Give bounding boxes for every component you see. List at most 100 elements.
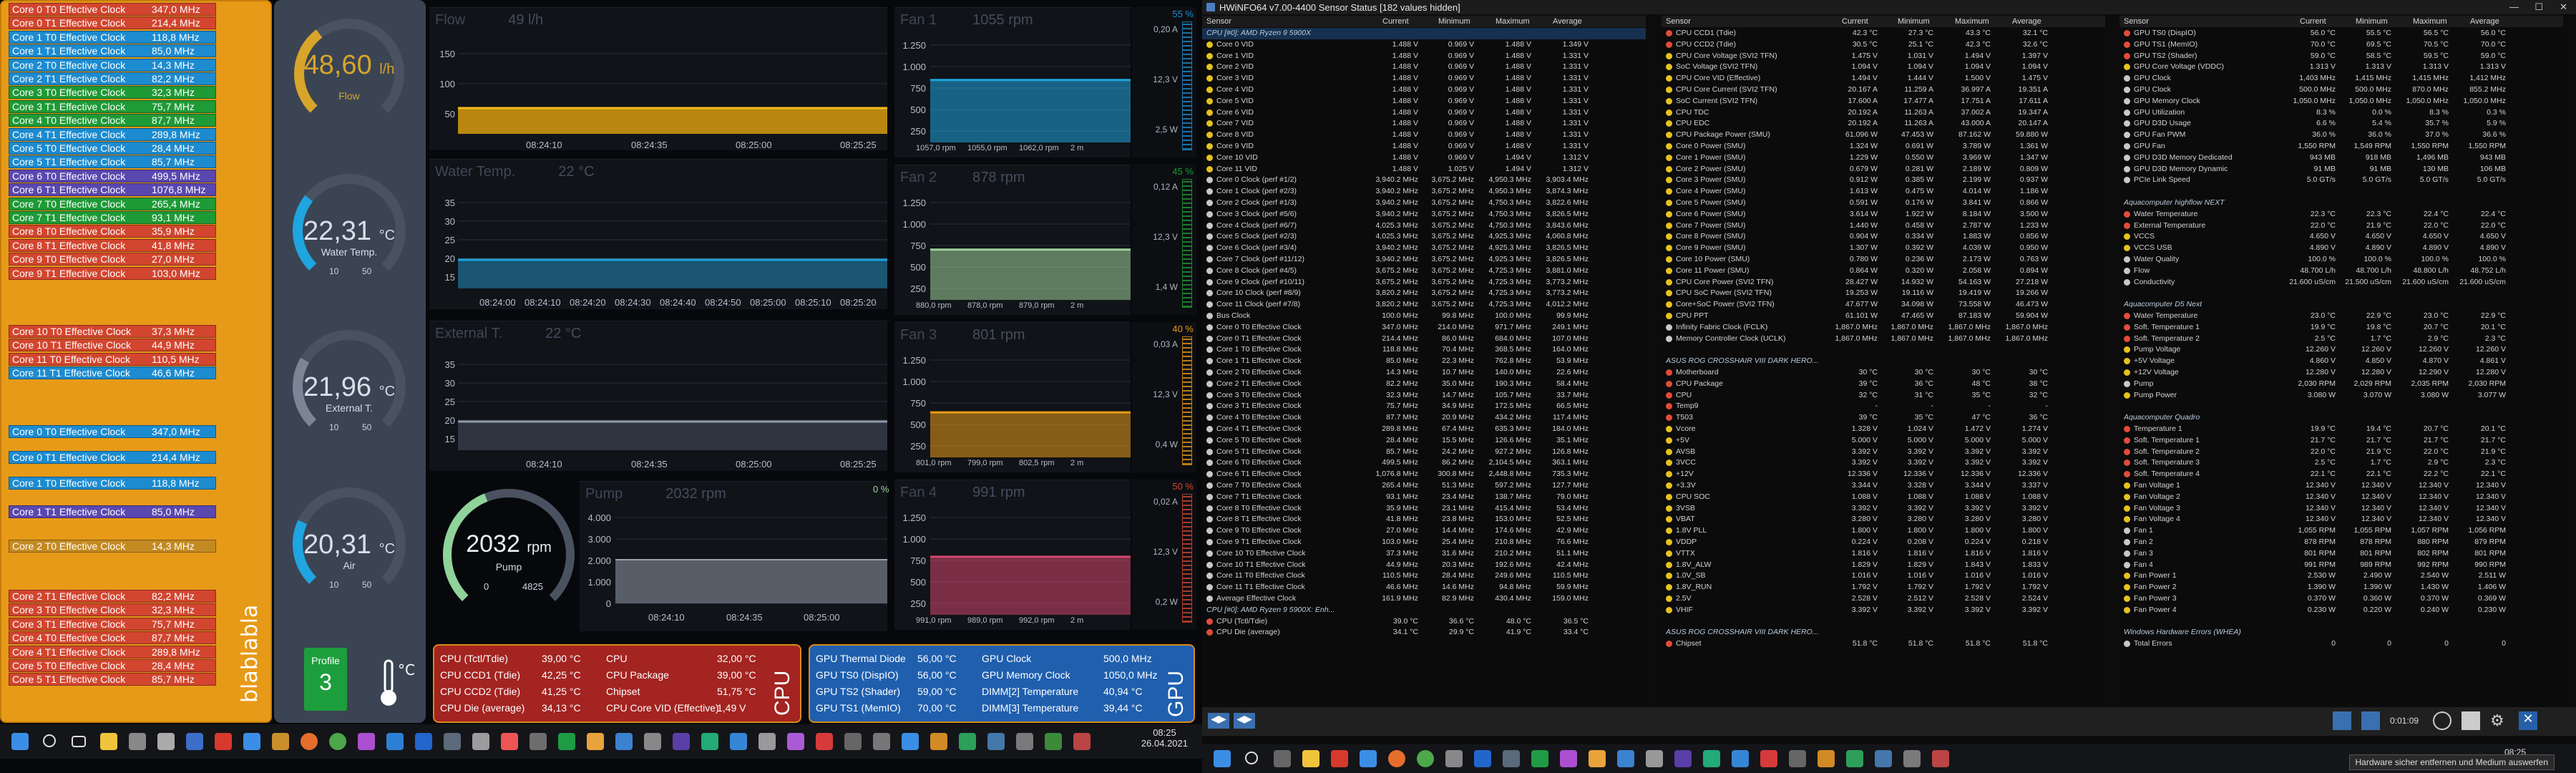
sensor-row[interactable]: Soft. Temperature 4 22.1 °C 22.1 °C 22.2 °C… — [2119, 469, 2563, 480]
report-icon[interactable] — [2361, 711, 2380, 730]
sensor-row[interactable]: Core 7 VID 1.488 V 0.969 V 1.488 V 1.331 V — [1202, 118, 1646, 130]
sensor-row[interactable]: VBAT 3.280 V 3.280 V 3.280 V 3.280 V — [1662, 514, 2105, 525]
sensor-row[interactable]: Average Effective Clock 161.9 MHz 82.9 MHz… — [1202, 593, 1646, 605]
sensor-row[interactable]: Vcore 1.328 V 1.024 V 1.472 V 1.274 V — [1662, 424, 2105, 435]
app-icon-30[interactable] — [1045, 733, 1062, 750]
sensor-row[interactable]: Core 9 T1 Effective Clock 103.0 MHz 25.4 M… — [1202, 537, 1646, 548]
header-0[interactable]: Sensor — [1206, 17, 1231, 26]
app-icon-13[interactable] — [558, 733, 575, 750]
sensor-row[interactable]: GPU Core Voltage (VDDC) 1.313 V 1.313 V 1.3… — [2119, 62, 2563, 73]
sensor-row[interactable]: GPU Fan 1,550 RPM 1,549 RPM 1,550 RPM 1,550 … — [2119, 141, 2563, 152]
sensor-row[interactable]: Core 0 T0 Effective Clock 347.0 MHz 214.0 … — [1202, 322, 1646, 334]
explorer-icon[interactable] — [100, 733, 117, 750]
sensor-row[interactable]: Water Temperature 23.0 °C 22.9 °C 23.0 °C 22… — [2119, 311, 2563, 322]
app-icon-5[interactable] — [272, 733, 289, 750]
sensor-row[interactable]: Core 5 T0 Effective Clock 28.4 MHz 15.5 MH… — [1202, 435, 1646, 447]
sensor-row[interactable]: Fan 4 991 RPM 989 RPM 992 RPM 990 RPM — [2119, 560, 2563, 571]
sensor-row[interactable]: Chipset 51.8 °C 51.8 °C 51.8 °C 51.8 °C — [1662, 638, 2105, 650]
sensor-row[interactable]: Core 2 Clock (perf #1/3) 3,940.2 MHz 3,675… — [1202, 198, 1646, 209]
app-icon-10[interactable] — [472, 733, 489, 750]
app-icon-12[interactable] — [530, 733, 547, 750]
header-2[interactable]: Minimum — [2356, 17, 2388, 26]
sensor-row[interactable]: GPU TS2 (Shader) 59.0 °C 58.5 °C 59.5 °C 59.… — [2119, 51, 2563, 62]
sensor-row[interactable]: Core 10 Clock (perf #8/9) 3,820.2 MHz 3,67… — [1202, 288, 1646, 299]
sensor-row[interactable]: 1.8V PLL 1.800 V 1.800 V 1.800 V 1.800 V — [1662, 525, 2105, 537]
sensor-row[interactable]: Core 8 VID 1.488 V 0.969 V 1.488 V 1.331 V — [1202, 130, 1646, 141]
sensor-row[interactable]: SoC Current (SVI2 TFN) 17.600 A 17.477 A 17… — [1662, 96, 2105, 107]
sensor-row[interactable]: CPU CCD2 (Tdie) 30.5 °C 25.1 °C 42.3 °C 32.6… — [1662, 39, 2105, 51]
sensor-row[interactable]: AVSB 3.392 V 3.392 V 3.392 V 3.392 V — [1662, 447, 2105, 458]
sensor-row[interactable]: Fan Voltage 1 12.340 V 12.340 V 12.340 V 12.… — [2119, 480, 2563, 492]
app-icon-9[interactable] — [444, 733, 461, 750]
app-icon-27[interactable] — [959, 733, 976, 750]
app-icon-20[interactable] — [758, 733, 776, 750]
app-icon-r11[interactable] — [1674, 750, 1692, 767]
search-icon[interactable] — [43, 734, 56, 747]
chrome-icon[interactable] — [329, 733, 346, 750]
sensor-row[interactable]: Fan Power 2 1.390 W 1.390 W 1.430 W 1.406 W — [2119, 582, 2563, 593]
app-icon-r5[interactable] — [1503, 750, 1520, 767]
sensor-row[interactable]: T503 39 °C 35 °C 47 °C 36 °C — [1662, 412, 2105, 424]
app-icon-r6[interactable] — [1531, 750, 1548, 767]
app-icon-r10[interactable] — [1646, 750, 1663, 767]
sensor-row[interactable]: Core 11 VID 1.488 V 1.025 V 1.494 V 1.312 V — [1202, 164, 1646, 175]
header-1[interactable]: Current — [2300, 17, 2326, 26]
sensor-row[interactable]: Core 10 T0 Effective Clock 37.3 MHz 31.6 M… — [1202, 548, 1646, 560]
sensor-row[interactable]: CPU TDC 20.192 A 11.263 A 37.002 A 19.347 A — [1662, 107, 2105, 119]
sensor-row[interactable]: GPU Fan PWM 36.0 % 36.0 % 37.0 % 36.6 % — [2119, 130, 2563, 141]
header-3[interactable]: Maximum — [2413, 17, 2447, 26]
app-icon-r20[interactable] — [1932, 750, 1949, 767]
sensor-row[interactable]: 3VSB 3.392 V 3.392 V 3.392 V 3.392 V — [1662, 503, 2105, 515]
sensor-row[interactable]: Temp9 - - - - — [1662, 401, 2105, 412]
sensor-row[interactable]: Fan 3 801 RPM 801 RPM 802 RPM 801 RPM — [2119, 548, 2563, 560]
sensor-row[interactable]: GPU D3D Usage 6.6 % 5.4 % 35.7 % 5.9 % — [2119, 118, 2563, 130]
app-icon-8[interactable] — [415, 733, 432, 750]
sensor-row[interactable]: Fan 2 878 RPM 878 RPM 880 RPM 879 RPM — [2119, 537, 2563, 548]
app-icon-r4[interactable] — [1474, 750, 1491, 767]
sensor-row[interactable] — [1662, 616, 2105, 628]
log-icon[interactable] — [2462, 711, 2480, 730]
app-icon-r1[interactable] — [1331, 750, 1348, 767]
app-icon-6[interactable] — [358, 733, 375, 750]
sensor-row[interactable]: Core 9 Clock (perf #10/11) 3,675.2 MHz 3,6… — [1202, 277, 1646, 288]
app-icon-r3[interactable] — [1445, 750, 1463, 767]
header-0[interactable]: Sensor — [2124, 17, 2149, 26]
app-icon-19[interactable] — [730, 733, 747, 750]
sensor-row[interactable]: Core 0 T1 Effective Clock 214.4 MHz 86.0 M… — [1202, 334, 1646, 345]
app-icon-28[interactable] — [987, 733, 1005, 750]
sensor-row[interactable]: 1.0V_SB 1.016 V 1.016 V 1.016 V 1.016 V — [1662, 570, 2105, 582]
sensor-row[interactable]: CPU Core VID (Effective) 1.494 V 1.444 V 1.… — [1662, 73, 2105, 84]
app-icon-r12[interactable] — [1703, 750, 1720, 767]
sensor-row[interactable]: Core 0 Power (SMU) 1.324 W 0.691 W 3.789 W 1… — [1662, 141, 2105, 152]
app-icon-11[interactable] — [501, 733, 518, 750]
header-4[interactable]: Average — [2012, 17, 2041, 26]
sensor-row[interactable]: Soft. Temperature 1 19.9 °C 19.8 °C 20.7 °C… — [2119, 322, 2563, 334]
sensor-row[interactable]: Core 0 Clock (perf #1/2) 3,940.2 MHz 3,675… — [1202, 175, 1646, 186]
sensor-row[interactable]: +12V 12.336 V 12.336 V 12.336 V 12.336 V — [1662, 469, 2105, 480]
sensor-row[interactable]: Fan Power 3 0.370 W 0.360 W 0.370 W 0.369 W — [2119, 593, 2563, 605]
sensor-row[interactable]: CPU Core Current (SVI2 TFN) 20.167 A 11.25… — [1662, 84, 2105, 96]
app-icon-r18[interactable] — [1875, 750, 1892, 767]
column-header[interactable]: Sensor Current Minimum Maximum Average — [1662, 16, 2105, 27]
header-1[interactable]: Current — [1382, 17, 1409, 26]
header-0[interactable]: Sensor — [1666, 17, 1691, 26]
sensor-row[interactable]: Core 4 VID 1.488 V 0.969 V 1.488 V 1.331 V — [1202, 84, 1646, 96]
sensor-row[interactable]: Soft. Temperature 1 21.7 °C 21.7 °C 21.7 °C… — [2119, 435, 2563, 447]
sensor-row[interactable]: Core 10 Power (SMU) 0.780 W 0.236 W 2.173 W… — [1662, 254, 2105, 266]
left-clock[interactable]: 08:25 26.04.2021 — [1141, 727, 1188, 749]
sensor-row[interactable]: GPU TS0 (DispIO) 56.0 °C 55.5 °C 56.5 °C 56.… — [2119, 28, 2563, 39]
network-icon[interactable] — [2333, 711, 2351, 730]
windows-start-icon[interactable] — [11, 733, 29, 750]
sensor-row[interactable]: PCIe Link Speed 5.0 GT/s 5.0 GT/s 5.0 GT/s 5… — [2119, 175, 2563, 186]
sensor-row[interactable]: Fan Voltage 3 12.340 V 12.340 V 12.340 V 12.… — [2119, 503, 2563, 515]
app-icon-r2[interactable] — [1360, 750, 1377, 767]
sensor-row[interactable]: Core 2 T0 Effective Clock 14.3 MHz 10.7 MH… — [1202, 367, 1646, 379]
sensor-row[interactable]: CPU Core Voltage (SVI2 TFN) 1.475 V 1.031 … — [1662, 51, 2105, 62]
sensor-row[interactable]: Core 8 T1 Effective Clock 41.8 MHz 23.8 MH… — [1202, 514, 1646, 525]
sensor-row[interactable]: GPU D3D Memory Dynamic 91 MB 91 MB 130 MB 10… — [2119, 164, 2563, 175]
sensor-row[interactable]: Conductivity 21.600 uS/cm 21.500 uS/cm 21.6… — [2119, 277, 2563, 288]
sensor-row[interactable]: Core 11 Clock (perf #7/8) 3,820.2 MHz 3,67… — [1202, 299, 1646, 311]
sensor-row[interactable]: Fan Voltage 2 12.340 V 12.340 V 12.340 V 12.… — [2119, 492, 2563, 503]
sensor-row[interactable]: CPU PPT 61.101 W 47.465 W 87.183 W 59.904 W — [1662, 311, 2105, 322]
sensor-row[interactable]: +3.3V 3.344 V 3.328 V 3.344 V 3.337 V — [1662, 480, 2105, 492]
